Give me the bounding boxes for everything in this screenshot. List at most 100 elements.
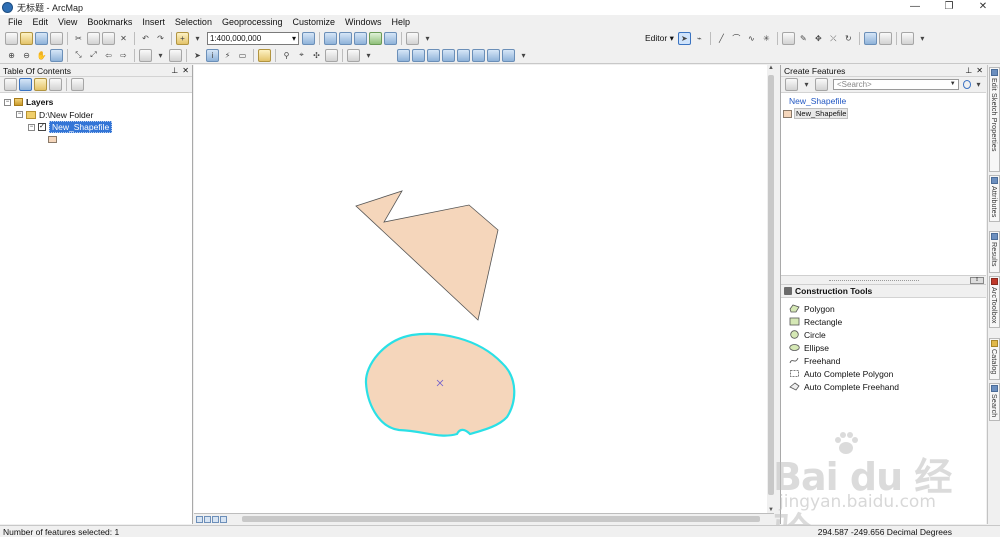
layer-visibility-checkbox[interactable]: ✓ — [38, 123, 46, 132]
layer-symbol-swatch[interactable] — [48, 136, 57, 144]
panel-splitter[interactable]: ⁞⁞ — [781, 275, 986, 285]
add-data-dropdown-icon[interactable]: ▾ — [191, 32, 204, 45]
feature-template-item[interactable]: New_Shapefile — [781, 108, 986, 119]
editor-menu-button[interactable]: Editor ▾ — [642, 33, 677, 44]
draw-tool-3-icon[interactable] — [427, 48, 440, 62]
identify-icon[interactable]: i — [206, 48, 219, 62]
minimize-button[interactable]: — — [898, 0, 932, 15]
toolbar-options-icon[interactable]: ▾ — [421, 32, 434, 45]
list-by-visibility-icon[interactable] — [34, 78, 47, 91]
draw-tool-4-icon[interactable] — [442, 48, 455, 62]
cut-polygons-icon[interactable]: ✥ — [812, 32, 825, 45]
group-dropdown-icon[interactable]: ▾ — [800, 78, 813, 91]
draw-tool-7-icon[interactable] — [487, 48, 500, 62]
find-route-icon[interactable]: ⌖ — [295, 49, 308, 62]
menu-edit[interactable]: Edit — [28, 15, 54, 30]
template-group-header[interactable]: New_Shapefile — [781, 93, 986, 106]
time-slider-icon[interactable] — [325, 48, 338, 62]
split-tool-icon[interactable]: ⤫ — [827, 32, 840, 45]
map-view[interactable] — [194, 65, 767, 513]
paste-icon[interactable] — [102, 32, 115, 45]
edit-tool-icon[interactable]: ➤ — [677, 32, 691, 45]
template-properties-icon[interactable]: ⁞⁞ — [970, 277, 984, 284]
organize-templates-icon[interactable] — [815, 78, 828, 91]
collapse-icon[interactable]: − — [4, 98, 11, 106]
edit-annotation-icon[interactable]: ⌁ — [693, 32, 706, 45]
menu-customize[interactable]: Customize — [288, 15, 341, 30]
dock-tab-search[interactable]: Search — [989, 383, 1000, 421]
search-dropdown-icon[interactable]: ▾ — [972, 78, 985, 91]
editor-toolbar-options-icon[interactable]: ▾ — [916, 32, 929, 45]
collapse-icon[interactable]: − — [16, 111, 23, 119]
list-by-drawing-order-icon[interactable] — [4, 78, 17, 91]
tree-row-layers[interactable]: − Layers — [0, 96, 192, 109]
tool-ellipse[interactable]: Ellipse — [789, 341, 986, 354]
python-window-icon[interactable] — [384, 32, 397, 45]
tree-row-layer[interactable]: − ✓ New_Shapefile — [0, 121, 192, 134]
undo-icon[interactable]: ↶ — [139, 32, 152, 45]
search-icon[interactable] — [962, 80, 971, 89]
collapse-icon[interactable]: − — [28, 123, 35, 131]
rotate-tool-icon[interactable]: ↻ — [842, 32, 855, 45]
menu-view[interactable]: View — [53, 15, 82, 30]
hyperlink-icon[interactable]: ⚡ — [221, 49, 234, 62]
toc-close-icon[interactable]: ✕ — [182, 66, 189, 75]
find-icon[interactable]: ⚲ — [280, 49, 293, 62]
go-to-xy-icon[interactable]: ✣ — [310, 49, 323, 62]
pause-drawing-icon[interactable] — [220, 515, 227, 523]
map-horizontal-scrollbar[interactable] — [242, 516, 760, 522]
model-builder-icon[interactable] — [406, 32, 419, 45]
add-data-icon[interactable]: + — [176, 32, 189, 45]
tool-auto-complete-polygon[interactable]: Auto Complete Polygon — [789, 367, 986, 380]
scroll-up-icon[interactable]: ▲ — [767, 65, 775, 71]
draw-tool-8-icon[interactable] — [502, 48, 515, 62]
chevron-down-icon[interactable]: ▼ — [950, 80, 956, 89]
create-viewer-window-icon[interactable] — [347, 48, 360, 62]
toc-options-icon[interactable] — [71, 78, 84, 91]
list-by-source-icon[interactable] — [19, 78, 32, 91]
group-templates-icon[interactable] — [785, 78, 798, 91]
dock-tab-attributes[interactable]: Attributes — [989, 175, 1000, 222]
attributes-icon[interactable] — [863, 32, 877, 45]
tree-row-symbol[interactable] — [0, 134, 192, 147]
data-view-icon[interactable] — [196, 515, 203, 523]
close-button[interactable]: ✕ — [966, 0, 1000, 15]
dock-tab-catalog[interactable]: Catalog — [989, 338, 1000, 380]
tool-rectangle[interactable]: Rectangle — [789, 315, 986, 328]
pin-icon[interactable]: ⊥ — [171, 66, 178, 75]
back-extent-icon[interactable]: ⇦ — [102, 49, 115, 62]
reshape-feature-icon[interactable]: ✎ — [797, 32, 810, 45]
draw-tool-5-icon[interactable] — [457, 48, 470, 62]
menu-help[interactable]: Help — [387, 15, 416, 30]
cut-icon[interactable]: ✂ — [72, 32, 85, 45]
fixed-zoom-out-icon[interactable]: ⤢ — [87, 49, 100, 62]
menu-file[interactable]: File — [3, 15, 28, 30]
create-features-icon[interactable] — [900, 32, 914, 45]
straight-segment-icon[interactable]: ╱ — [715, 32, 728, 45]
print-icon[interactable] — [50, 32, 63, 45]
draw-tool-6-icon[interactable] — [472, 48, 485, 62]
dock-tab-results[interactable]: Results — [989, 231, 1000, 273]
map-vertical-scrollbar[interactable]: ▲ ▼ — [767, 65, 775, 513]
dock-tab-edit-sketch-properties[interactable]: Edit Sketch Properties — [989, 67, 1000, 172]
open-folder-icon[interactable] — [20, 32, 33, 45]
map-scale-combobox[interactable]: 1:400,000,000 ▾ — [207, 32, 299, 45]
new-document-icon[interactable] — [5, 32, 18, 45]
delete-icon[interactable]: ✕ — [117, 32, 130, 45]
splitter-grip[interactable] — [829, 280, 919, 282]
table-of-contents-icon[interactable] — [324, 32, 337, 45]
html-popup-icon[interactable]: ▭ — [236, 49, 249, 62]
menu-selection[interactable]: Selection — [170, 15, 217, 30]
tool-circle[interactable]: Circle — [789, 328, 986, 341]
menu-geoprocessing[interactable]: Geoprocessing — [217, 15, 288, 30]
arctoolbox-icon[interactable] — [369, 32, 382, 45]
draw-toolbar-options-icon[interactable]: ▾ — [517, 49, 530, 62]
trace-icon[interactable]: ∿ — [745, 32, 758, 45]
vertical-scroll-thumb[interactable] — [768, 75, 774, 495]
pin-icon[interactable]: ⊥ — [965, 66, 972, 75]
catalog-window-icon[interactable] — [339, 32, 352, 45]
layer-name-label[interactable]: New_Shapefile — [49, 121, 113, 134]
select-elements-icon[interactable]: ➤ — [191, 49, 204, 62]
refresh-icon[interactable] — [212, 515, 219, 523]
search-window-icon[interactable] — [354, 32, 367, 45]
